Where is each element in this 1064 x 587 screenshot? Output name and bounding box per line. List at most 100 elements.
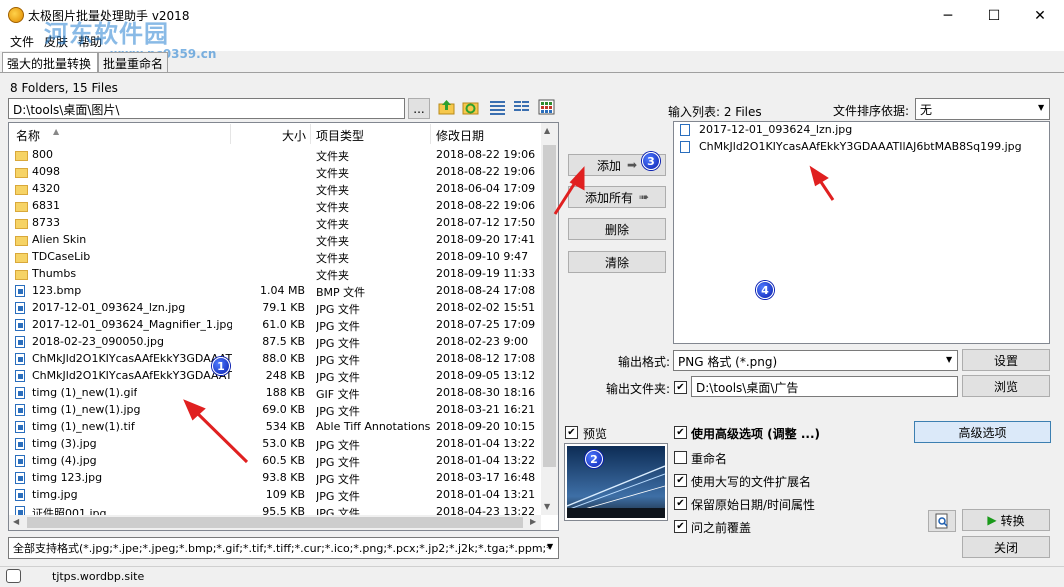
- cell-type: 文件夹: [316, 252, 349, 265]
- scroll-right-arrow-icon[interactable]: ▶: [530, 517, 536, 526]
- column-header-size[interactable]: 大小: [282, 123, 307, 145]
- clear-button[interactable]: 清除: [568, 251, 666, 273]
- ask-overwrite-label: 问之前覆盖: [691, 521, 752, 535]
- output-folder-input[interactable]: D:\tools\桌面\广告: [691, 376, 958, 397]
- image-file-icon: [15, 421, 25, 433]
- menu-file[interactable]: 文件: [10, 33, 34, 50]
- output-format-select[interactable]: PNG 格式 (*.png): [673, 350, 958, 371]
- cell-type: GIF 文件: [316, 388, 360, 401]
- refresh-icon[interactable]: [462, 99, 479, 115]
- table-row[interactable]: timg (3).jpg 53.0 KB JPG 文件 2018-01-04 13:2…: [9, 436, 541, 453]
- preview-checkbox[interactable]: ✔: [565, 426, 578, 439]
- cell-date: 2018-01-04 13:21: [436, 488, 536, 501]
- delete-button[interactable]: 删除: [568, 218, 666, 240]
- hscroll-thumb[interactable]: [27, 517, 523, 528]
- table-row[interactable]: Thumbs 文件夹 2018-09-19 11:33: [9, 266, 541, 283]
- add-all-button[interactable]: 添加所有 ➠: [568, 186, 666, 208]
- keep-date-checkbox[interactable]: ✔: [674, 497, 687, 510]
- cell-type: 文件夹: [316, 150, 349, 163]
- output-format-label: 输出格式:: [618, 355, 671, 369]
- table-row[interactable]: 4320 文件夹 2018-06-04 17:09: [9, 181, 541, 198]
- table-row[interactable]: TDCaseLib 文件夹 2018-09-10 9:47: [9, 249, 541, 266]
- table-row[interactable]: 8733 文件夹 2018-07-12 17:50: [9, 215, 541, 232]
- table-row[interactable]: 证件照001.jpg 95.5 KB JPG 文件 2018-04-23 13:22: [9, 504, 541, 515]
- cell-name: timg (1)_new(1).jpg: [32, 403, 141, 416]
- rename-checkbox[interactable]: [674, 451, 687, 464]
- tab-batch-convert[interactable]: 强大的批量转换: [2, 52, 98, 73]
- table-row[interactable]: 2018-02-23_090050.jpg 87.5 KB JPG 文件 2018-0…: [9, 334, 541, 351]
- column-separator: [430, 124, 431, 144]
- cell-name: 123.bmp: [32, 284, 82, 297]
- advanced-options-checkbox[interactable]: ✔: [674, 426, 687, 439]
- path-input[interactable]: D:\tools\桌面\图片\: [8, 98, 405, 119]
- sort-label: 文件排序依据:: [833, 104, 910, 118]
- cell-date: 2018-01-04 13:22: [436, 454, 536, 467]
- chevron-down-icon[interactable]: ▼: [946, 355, 952, 364]
- close-button[interactable]: 关闭: [962, 536, 1050, 558]
- table-row[interactable]: timg (1)_new(1).gif 188 KB GIF 文件 2018-08-3…: [9, 385, 541, 402]
- maximize-button[interactable]: ☐: [971, 0, 1017, 31]
- convert-button-label: 转换: [1000, 513, 1025, 528]
- annotation-badge-2: 2: [585, 450, 603, 468]
- cell-type: JPG 文件: [316, 456, 360, 469]
- scroll-down-arrow-icon[interactable]: ▼: [544, 502, 550, 511]
- cell-type: 文件夹: [316, 167, 349, 180]
- column-header-date[interactable]: 修改日期: [436, 123, 485, 145]
- chevron-down-icon[interactable]: ▼: [1038, 103, 1044, 112]
- browse-path-button[interactable]: ...: [408, 98, 430, 119]
- cell-type: 文件夹: [316, 184, 349, 197]
- column-header-name[interactable]: 名称: [16, 123, 41, 145]
- table-row[interactable]: timg.jpg 109 KB JPG 文件 2018-01-04 13:21: [9, 487, 541, 504]
- folder-icon: [15, 202, 28, 212]
- folder-icon: [15, 253, 28, 263]
- list-view-icon[interactable]: [489, 99, 506, 115]
- minimize-button[interactable]: ─: [925, 0, 971, 31]
- thumbnail-view-icon[interactable]: [538, 99, 555, 115]
- details-view-icon[interactable]: [513, 99, 530, 115]
- table-row[interactable]: timg 123.jpg 93.8 KB JPG 文件 2018-03-17 16:4…: [9, 470, 541, 487]
- sort-select[interactable]: 无: [915, 98, 1050, 120]
- cell-name: 800: [32, 148, 53, 161]
- table-row[interactable]: timg (1)_new(1).jpg 69.0 KB JPG 文件 2018-03-…: [9, 402, 541, 419]
- column-header-type[interactable]: 项目类型: [316, 123, 365, 145]
- tab-batch-rename[interactable]: 批量重命名: [98, 52, 168, 72]
- input-list-item[interactable]: 2017-12-01_093624_lzn.jpg: [699, 123, 852, 136]
- output-folder-checkbox[interactable]: ✔: [674, 381, 687, 394]
- file-filter-select[interactable]: 全部支持格式(*.jpg;*.jpe;*.jpeg;*.bmp;*.gif;*.…: [8, 537, 559, 559]
- uppercase-ext-checkbox[interactable]: ✔: [674, 474, 687, 487]
- table-row[interactable]: 800 文件夹 2018-08-22 19:06: [9, 147, 541, 164]
- advanced-options-button[interactable]: 高级选项: [914, 421, 1051, 443]
- cell-type: 文件夹: [316, 269, 349, 282]
- table-row[interactable]: 2017-12-01_093624_lzn.jpg 79.1 KB JPG 文件 20…: [9, 300, 541, 317]
- table-row[interactable]: 2017-12-01_093624_Magnifier_1.jpg 61.0 KB…: [9, 317, 541, 334]
- image-file-icon: [15, 455, 25, 467]
- cell-date: 2018-09-20 17:41: [436, 233, 536, 246]
- preview-zoom-button[interactable]: [928, 510, 956, 532]
- scroll-up-arrow-icon[interactable]: ▲: [544, 126, 550, 135]
- cell-name: 6831: [32, 199, 60, 212]
- convert-button[interactable]: ▶ 转换: [962, 509, 1050, 531]
- annotation-badge-3: 3: [642, 152, 660, 170]
- table-row[interactable]: 123.bmp 1.04 MB BMP 文件 2018-08-24 17:08: [9, 283, 541, 300]
- table-row[interactable]: timg (1)_new(1).tif 534 KB Able Tiff Annot…: [9, 419, 541, 436]
- vscroll-thumb[interactable]: [543, 145, 556, 467]
- watermark-logo-text: 河东软件园: [44, 20, 169, 48]
- cell-name: Thumbs: [32, 267, 77, 280]
- table-row[interactable]: 4098 文件夹 2018-08-22 19:06: [9, 164, 541, 181]
- scroll-left-arrow-icon[interactable]: ◀: [13, 517, 19, 526]
- image-file-icon: [15, 387, 25, 399]
- table-row[interactable]: ChMkJld2O1KIYcasAAfEkkY3GDAAATI... 88.0 K…: [9, 351, 541, 368]
- table-row[interactable]: Alien Skin 文件夹 2018-09-20 17:41: [9, 232, 541, 249]
- folder-up-icon[interactable]: [438, 99, 455, 115]
- close-window-button[interactable]: ✕: [1017, 0, 1063, 31]
- cell-size: 93.8 KB: [262, 471, 305, 484]
- browse-folder-button[interactable]: 浏览: [962, 375, 1050, 397]
- input-list-item[interactable]: ChMkJld2O1KIYcasAAfEkkY3GDAAATIlAJ6btMAB…: [699, 140, 1022, 153]
- ask-overwrite-checkbox[interactable]: ✔: [674, 520, 687, 533]
- settings-button[interactable]: 设置: [962, 349, 1050, 371]
- chevron-down-icon[interactable]: ▼: [547, 542, 553, 551]
- table-row[interactable]: 6831 文件夹 2018-08-22 19:06: [9, 198, 541, 215]
- table-row[interactable]: timg (4).jpg 60.5 KB JPG 文件 2018-01-04 13:2…: [9, 453, 541, 470]
- table-row[interactable]: ChMkJld2O1KIYcasAAfEkkY3GDAAATI... 248 KB…: [9, 368, 541, 385]
- cell-name: timg (1)_new(1).tif: [32, 420, 135, 433]
